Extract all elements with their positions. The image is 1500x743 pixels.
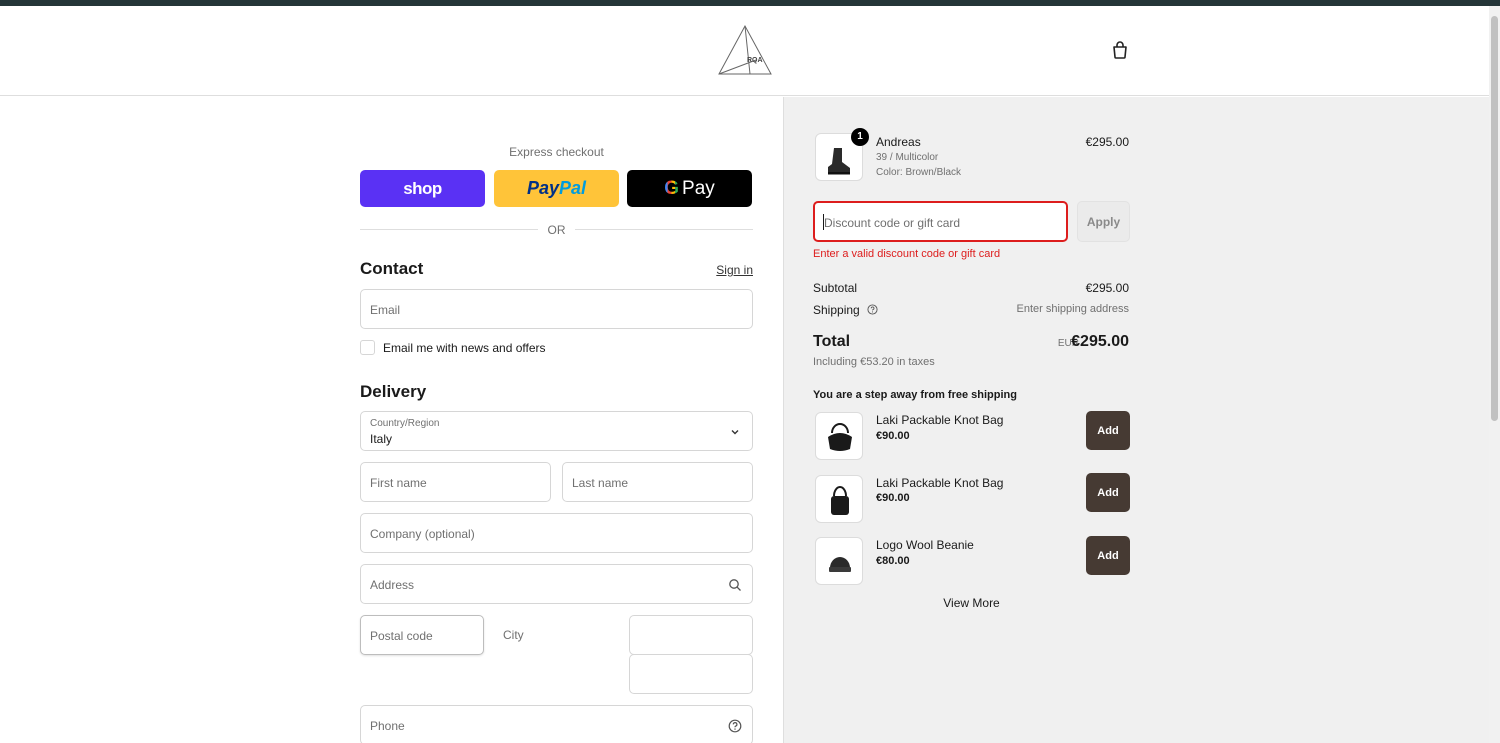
shop-pay-button[interactable]: shop [360, 170, 485, 207]
postal-code-field[interactable]: Postal code [360, 615, 484, 655]
shop-pay-label: shop [403, 178, 442, 198]
site-header: RQA [0, 6, 1489, 96]
beanie-icon [829, 557, 851, 572]
discount-placeholder: Discount code or gift card [824, 216, 961, 230]
paypal-label-part1: Pay [526, 178, 559, 198]
country-value: Italy [370, 432, 393, 446]
checkout-form: Express checkout shop Pay Pal G Pay OR Co… [0, 97, 783, 743]
product-variant: 39 / Multicolor [876, 152, 939, 163]
newsletter-label: Email me with news and offers [383, 340, 546, 355]
phone-placeholder: Phone [370, 719, 405, 733]
delivery-title: Delivery [360, 382, 427, 401]
or-divider: OR [360, 223, 753, 237]
discount-error-message: Enter a valid discount code or gift card [813, 248, 1001, 260]
address-field[interactable]: Address [360, 564, 753, 604]
google-g-icon: G [664, 177, 680, 199]
product-price: €295.00 [1085, 135, 1129, 149]
shipping-row-label: Shipping [813, 303, 878, 317]
add-button[interactable]: Add [1086, 411, 1130, 450]
search-icon [729, 579, 741, 591]
upsell-item-price: €80.00 [876, 555, 910, 567]
add-button[interactable]: Add [1086, 473, 1130, 512]
product-name: Andreas [876, 135, 921, 149]
phone-field[interactable]: Phone [360, 705, 753, 743]
address-placeholder: Address [370, 578, 415, 592]
quantity-badge: 1 [851, 128, 869, 146]
contact-title: Contact [360, 259, 424, 278]
upsell-item-name: Logo Wool Beanie [876, 538, 974, 552]
first-name-field[interactable]: First name [360, 462, 551, 502]
bag-icon [831, 486, 849, 515]
first-name-placeholder: First name [370, 476, 427, 490]
email-placeholder: Email [370, 303, 401, 317]
email-field[interactable]: Email [360, 289, 753, 329]
upsell-item-price: €90.00 [876, 430, 910, 442]
country-label: Country/Region [370, 418, 440, 429]
total-value: €295.00 [1071, 333, 1129, 350]
newsletter-checkbox[interactable] [360, 340, 375, 355]
newsletter-row[interactable]: Email me with news and offers [360, 340, 546, 355]
shipping-label: Shipping [813, 303, 860, 317]
google-pay-button[interactable]: G Pay [627, 170, 752, 207]
upsell-thumbnail [815, 412, 863, 460]
city-label: City [503, 628, 524, 642]
last-name-field[interactable]: Last name [562, 462, 753, 502]
view-more-link[interactable]: View More [813, 596, 1130, 610]
shipping-value: Enter shipping address [1016, 303, 1129, 315]
country-select[interactable]: Country/Region Italy [360, 411, 753, 451]
company-field[interactable]: Company (optional) [360, 513, 753, 553]
tax-note: Including €53.20 in taxes [813, 356, 935, 368]
or-text: OR [547, 223, 566, 237]
postal-code-placeholder: Postal code [370, 629, 433, 643]
help-icon[interactable] [867, 304, 878, 315]
total-label: Total [813, 333, 851, 350]
brand-logo[interactable]: RQA [716, 24, 774, 76]
cart-icon[interactable] [1110, 40, 1130, 60]
product-color: Color: Brown/Black [876, 167, 962, 178]
province-select[interactable] [629, 654, 753, 694]
apply-button[interactable]: Apply [1077, 201, 1130, 242]
subtotal-label: Subtotal [813, 281, 858, 295]
upsell-title: You are a step away from free shipping [813, 389, 1017, 401]
add-button[interactable]: Add [1086, 536, 1130, 575]
google-pay-label: Pay [682, 177, 715, 199]
chevron-down-icon [731, 430, 739, 435]
subtotal-value: €295.00 [1085, 281, 1129, 295]
paypal-label-part2: Pal [559, 178, 587, 198]
page-scrollbar[interactable] [1489, 6, 1500, 743]
upsell-item-name: Laki Packable Knot Bag [876, 413, 1004, 427]
paypal-button[interactable]: Pay Pal [494, 170, 619, 207]
bag-icon [828, 423, 852, 451]
brand-logo-text: RQA [747, 57, 763, 64]
discount-input[interactable]: Discount code or gift card [813, 201, 1068, 242]
last-name-placeholder: Last name [572, 476, 629, 490]
help-icon[interactable] [728, 719, 742, 733]
upsell-item-price: €90.00 [876, 492, 910, 504]
scrollbar-thumb[interactable] [1491, 16, 1498, 421]
company-placeholder: Company (optional) [370, 527, 475, 541]
upsell-item-name: Laki Packable Knot Bag [876, 476, 1004, 490]
sign-in-link[interactable]: Sign in [716, 263, 753, 277]
city-field[interactable] [629, 615, 753, 655]
express-checkout-label: Express checkout [509, 145, 604, 159]
upsell-thumbnail [815, 475, 863, 523]
upsell-thumbnail [815, 537, 863, 585]
